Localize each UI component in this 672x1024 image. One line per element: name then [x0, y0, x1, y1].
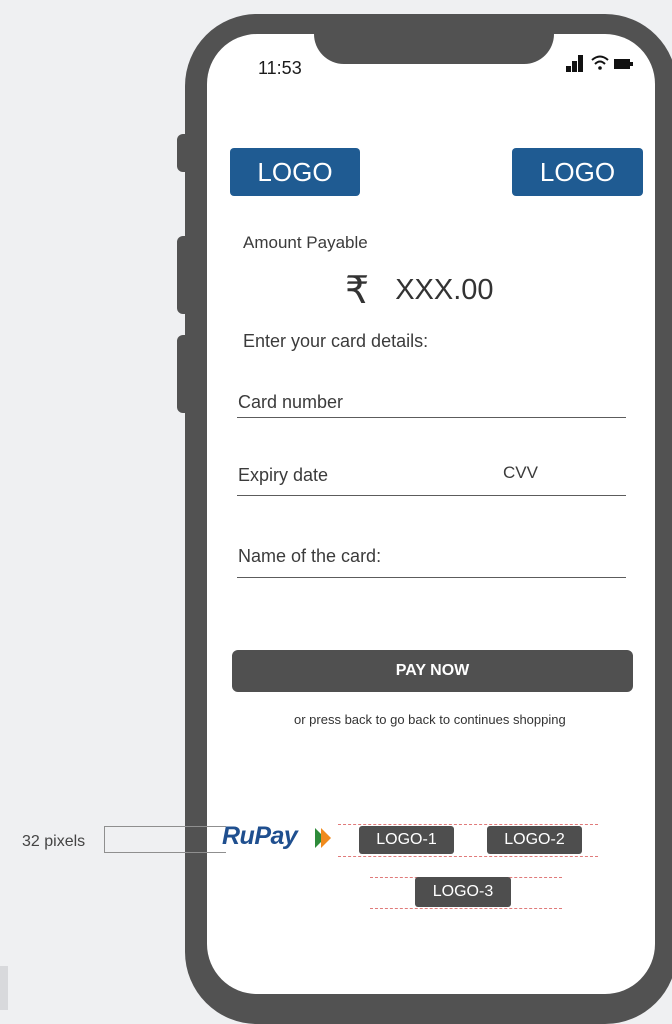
spacing-annotation-bracket	[104, 826, 226, 853]
battery-icon	[614, 59, 633, 69]
guide-line-logo3-bottom	[370, 908, 562, 909]
card-number-field[interactable]: Card number	[238, 392, 343, 413]
wifi-icon	[591, 55, 609, 70]
rupay-logo: RuPay	[222, 822, 298, 850]
guide-line-bottom	[338, 856, 598, 857]
card-details-heading: Enter your card details:	[243, 331, 429, 351]
card-number-underline	[237, 417, 626, 418]
pay-now-button[interactable]: PAY NOW	[232, 650, 633, 692]
side-button-volume-up	[177, 236, 191, 314]
rupee-icon: ₹	[345, 268, 370, 312]
guide-line-top	[338, 824, 598, 825]
amount-value: XXX.00	[395, 273, 494, 306]
spacing-annotation-label: 32 pixels	[22, 833, 86, 850]
rupay-arrow-icon	[315, 828, 331, 848]
logo-left: LOGO	[230, 148, 360, 196]
corner-marker	[0, 966, 8, 1010]
back-hint-text: or press back to go back to continues sh…	[294, 712, 566, 727]
logo-right: LOGO	[512, 148, 643, 196]
footer-logo-2: LOGO-2	[487, 826, 582, 854]
status-icons	[566, 55, 633, 72]
card-name-underline	[237, 577, 626, 578]
footer-logo-1: LOGO-1	[359, 826, 454, 854]
cvv-field[interactable]: CVV	[503, 463, 538, 483]
side-button-volume-down	[177, 335, 191, 413]
card-name-field[interactable]: Name of the card:	[238, 546, 381, 567]
side-button-silent	[177, 134, 191, 172]
footer-logo-3: LOGO-3	[415, 877, 511, 907]
status-time: 11:53	[258, 58, 302, 78]
phone-notch	[314, 14, 554, 64]
amount-display: ₹ XXX.00	[345, 268, 494, 312]
signal-icon	[566, 55, 583, 72]
expiry-cvv-underline	[237, 495, 626, 496]
amount-label: Amount Payable	[243, 233, 368, 252]
expiry-date-field[interactable]: Expiry date	[238, 465, 328, 486]
